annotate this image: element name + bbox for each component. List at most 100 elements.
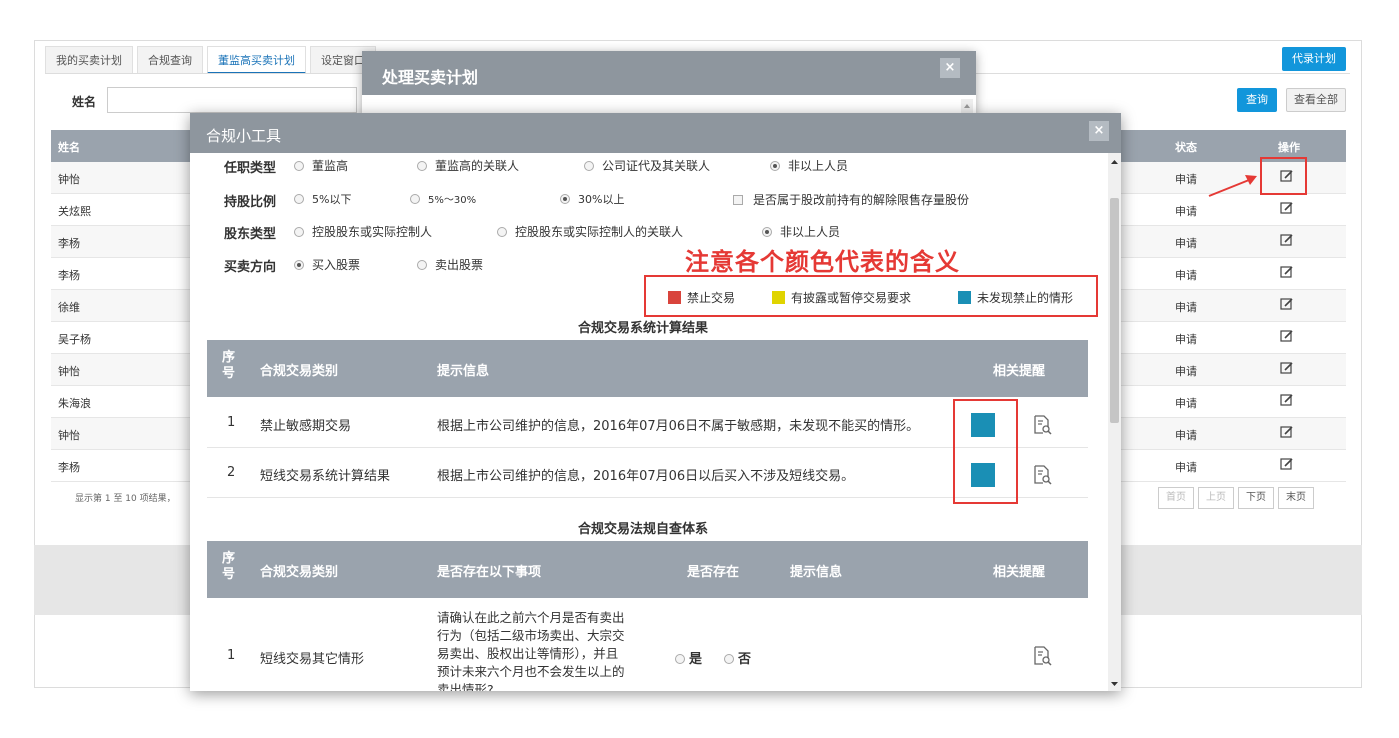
tab-bar: 我的买卖计划 合规查询 董监高买卖计划 设定窗口 [45,46,380,74]
selfcheck-table-header: 序号 合规交易类别 是否存在以下事项 是否存在 提示信息 相关提醒 [207,541,1088,598]
exists-no-radio[interactable]: 否 [724,648,751,667]
query-button[interactable]: 查询 [1237,88,1277,112]
col-remind: 相关提醒 [993,364,1046,379]
tab-executive-plan[interactable]: 董监高买卖计划 [207,46,306,74]
col-status: 状态 [1175,141,1197,154]
first-page-button[interactable]: 首页 [1158,487,1194,509]
job-option-none[interactable]: 非以上人员 [770,157,848,174]
row-seq: 1 [227,415,236,430]
row-name: 朱海浪 [58,397,91,410]
proxy-plan-button[interactable]: 代录计划 [1282,47,1346,71]
row-status: 申请 [1175,397,1197,410]
row-name: 李杨 [58,269,80,282]
col-name: 姓名 [58,141,80,154]
col-remind: 相关提醒 [993,565,1046,580]
document-search-icon[interactable] [1032,646,1052,666]
edit-icon[interactable] [1280,201,1294,218]
legend-clear: 未发现禁止的情形 [958,289,1073,306]
edit-icon[interactable] [1280,265,1294,282]
section-title-calc: 合规交易系统计算结果 [578,321,709,336]
row-type: 禁止敏感期交易 [260,419,352,434]
row-name: 吴子杨 [58,333,91,346]
row-name: 李杨 [58,237,80,250]
color-legend: 禁止交易 有披露或暂停交易要求 未发现禁止的情形 [644,275,1098,317]
row-status: 申请 [1175,301,1197,314]
direction-option-sell[interactable]: 卖出股票 [417,256,483,273]
status-indicator-clear [971,463,995,487]
holder-option-controller[interactable]: 控股股东或实际控制人 [294,223,432,240]
edit-icon[interactable] [1280,393,1294,410]
scroll-down-icon[interactable] [1108,679,1121,689]
tab-my-plan[interactable]: 我的买卖计划 [45,46,133,74]
col-item: 是否存在以下事项 [437,565,542,580]
view-all-button[interactable]: 查看全部 [1286,88,1346,112]
row-type: 短线交易其它情形 [260,652,365,667]
process-plan-dialog: 处理买卖计划 × [362,51,976,117]
ratio-option-5to30[interactable]: 5%～30% [410,191,476,206]
edit-icon[interactable] [1280,233,1294,250]
ratio-option-below5[interactable]: 5%以下 [294,191,351,207]
status-indicator-clear [971,413,995,437]
document-search-icon[interactable] [1032,415,1052,435]
restricted-shares-checkbox[interactable]: 是否属于股改前持有的解除限售存量股份 [733,191,969,208]
legend-disclosure: 有披露或暂停交易要求 [772,289,911,306]
col-seq: 序号 [222,551,236,582]
row-info: 根据上市公司维护的信息，2016年07月06日以后买入不涉及短线交易。 [437,469,855,484]
row-status: 申请 [1175,205,1197,218]
highlight-frame [1260,157,1307,195]
row-name: 钟怡 [58,429,80,442]
prev-page-button[interactable]: 上页 [1198,487,1234,509]
row-name: 钟怡 [58,365,80,378]
row-seq: 2 [227,465,236,480]
compliance-tool-dialog: 合规小工具 × 任职类型 董监高 董监高的关联人 公司证代及其关联人 非以上人员… [190,113,1121,691]
row-info: 根据上市公司维护的信息，2016年07月06日不属于敏感期，未发现不能买的情形。 [437,419,920,434]
job-option-secretary[interactable]: 公司证代及其关联人 [584,157,710,174]
holder-option-controller-related[interactable]: 控股股东或实际控制人的关联人 [497,223,683,240]
next-page-button[interactable]: 下页 [1238,487,1274,509]
direction-option-buy[interactable]: 买入股票 [294,256,360,273]
row-seq: 1 [227,648,236,663]
last-page-button[interactable]: 末页 [1278,487,1314,509]
holder-option-none[interactable]: 非以上人员 [762,223,840,240]
row-type: 短线交易系统计算结果 [260,469,391,484]
direction-label: 买卖方向 [224,260,277,275]
scroll-up-icon[interactable] [961,99,973,113]
dialog-title: 处理买卖计划 [362,51,976,95]
col-exists: 是否存在 [687,565,740,580]
row-name: 钟怡 [58,173,80,186]
row-status: 申请 [1175,237,1197,250]
exists-yes-radio[interactable]: 是 [675,648,702,667]
close-icon[interactable]: × [940,58,960,78]
row-name: 关炫熙 [58,205,91,218]
col-type: 合规交易类别 [260,565,339,580]
tab-compliance-query[interactable]: 合规查询 [137,46,203,74]
ratio-option-above30[interactable]: 30%以上 [560,191,624,207]
job-option-executive[interactable]: 董监高 [294,157,348,174]
job-option-executive-related[interactable]: 董监高的关联人 [417,157,519,174]
row-item-text: 请确认在此之前六个月是否有卖出 行为（包括二级市场卖出、大宗交 易卖出、股权出让… [437,610,625,691]
edit-icon[interactable] [1280,297,1294,314]
close-icon[interactable]: × [1089,121,1109,141]
row-status: 申请 [1175,365,1197,378]
col-info: 提示信息 [437,364,490,379]
row-status: 申请 [1175,269,1197,282]
col-type: 合规交易类别 [260,364,339,379]
scroll-thumb[interactable] [1110,198,1119,423]
edit-icon[interactable] [1280,329,1294,346]
scrollbar[interactable] [1108,153,1121,691]
document-search-icon[interactable] [1032,465,1052,485]
edit-icon[interactable] [1280,457,1294,474]
row-status: 申请 [1175,173,1197,186]
holder-type-label: 股东类型 [224,227,277,242]
col-op: 操作 [1278,141,1300,154]
annotation-text: 注意各个颜色代表的含义 [685,248,960,276]
job-type-label: 任职类型 [224,161,277,176]
scroll-up-icon[interactable] [1108,157,1121,167]
col-info: 提示信息 [790,565,843,580]
edit-icon[interactable] [1280,425,1294,442]
edit-icon[interactable] [1280,361,1294,378]
col-seq: 序号 [222,350,236,381]
calc-table-header: 序号 合规交易类别 提示信息 相关提醒 [207,340,1088,397]
name-input[interactable] [107,87,357,113]
row-status: 申请 [1175,429,1197,442]
